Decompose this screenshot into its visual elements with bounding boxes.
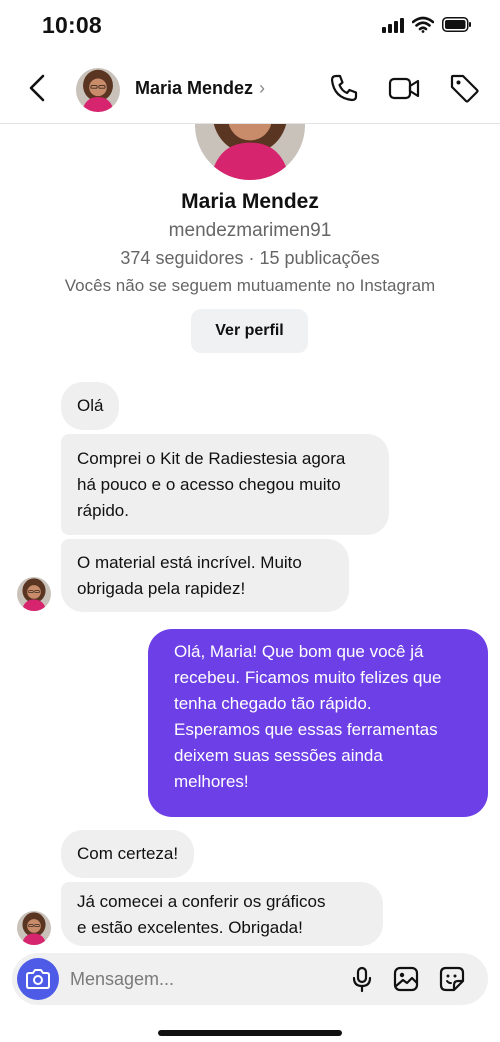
video-camera-icon[interactable] [388, 72, 420, 104]
header-contact-name[interactable]: Maria Mendez › [135, 78, 265, 99]
camera-icon [26, 969, 50, 989]
message-line: rápido. [77, 501, 129, 520]
camera-button[interactable] [17, 958, 59, 1000]
home-indicator[interactable] [158, 1030, 342, 1036]
message-line: tenha chegado tão rápido. [174, 694, 372, 713]
header-name-text: Maria Mendez [135, 78, 254, 98]
message-text: Comprei o Kit de Radiestesia agora há pou… [77, 446, 373, 524]
header-avatar[interactable] [76, 68, 120, 112]
message-text: Já comecei a conferir os gráficos e estão… [77, 889, 367, 941]
message-line: deixem suas sessões ainda [174, 746, 383, 765]
message-bubble-incoming[interactable]: Olá [61, 382, 120, 430]
phone-icon[interactable] [328, 72, 360, 104]
message-line: recebeu. Ficamos muito felizes que [174, 668, 442, 687]
message-line: Já comecei a conferir os gráficos [77, 892, 326, 911]
profile-username: mendezmarimen91 [168, 220, 332, 241]
message-bubble-incoming[interactable]: Já comecei a conferir os gráficos e estão… [61, 882, 383, 946]
view-profile-button[interactable]: Ver perfil [191, 309, 308, 353]
message-bubble-incoming[interactable]: Com certeza! [61, 830, 195, 878]
message-line: Olá [77, 396, 104, 415]
message-text: Olá [77, 393, 103, 419]
chat-header: Maria Mendez › [0, 52, 500, 124]
message-line: e estão excelentes. Obrigada! [77, 918, 303, 937]
profile-name: Maria Mendez [181, 190, 319, 213]
message-line: melhores! [174, 772, 249, 791]
message-line: O material está incrível. Muito [77, 553, 302, 572]
message-composer [12, 953, 488, 1005]
message-input[interactable] [70, 965, 330, 993]
wifi-icon [412, 16, 434, 33]
message-bubble-incoming[interactable]: O material está incrível. Muito obrigada … [61, 539, 349, 612]
message-text: Com certeza! [77, 841, 178, 867]
message-line: Olá, Maria! Que bom que você já [174, 642, 424, 661]
status-bar: 10:08 [0, 0, 500, 52]
cellular-signal-icon [382, 17, 404, 33]
message-text: Olá, Maria! Que bom que você já recebeu. … [174, 639, 472, 795]
message-line: obrigada pela rapidez! [77, 579, 246, 598]
message-bubble-outgoing[interactable]: Olá, Maria! Que bom que você já recebeu. … [148, 629, 488, 817]
profile-stats: 374 seguidores · 15 publicações [120, 248, 380, 268]
profile-info: Maria Mendez mendezmarimen91 374 seguido… [0, 190, 500, 296]
message-sender-avatar[interactable] [17, 577, 51, 611]
message-line: Comprei o Kit de Radiestesia agora [77, 449, 346, 468]
message-line: Esperamos que essas ferramentas [174, 720, 438, 739]
tag-icon[interactable] [448, 72, 480, 104]
status-icons [382, 16, 472, 33]
mutual-follow-notice: Vocês não se seguem mutuamente no Instag… [64, 276, 436, 295]
gallery-icon[interactable] [392, 965, 420, 993]
message-line: Com certeza! [77, 844, 179, 863]
status-time: 10:08 [42, 12, 102, 38]
message-text: O material está incrível. Muito obrigada … [77, 550, 333, 602]
chevron-right-icon: › [259, 78, 266, 98]
back-icon[interactable] [22, 72, 54, 104]
message-line: há pouco e o acesso chegou muito [77, 475, 341, 494]
microphone-icon[interactable] [348, 965, 376, 993]
battery-icon [442, 17, 471, 32]
sticker-icon[interactable] [438, 965, 466, 993]
message-sender-avatar[interactable] [17, 911, 51, 945]
message-bubble-incoming[interactable]: Comprei o Kit de Radiestesia agora há pou… [61, 434, 389, 535]
